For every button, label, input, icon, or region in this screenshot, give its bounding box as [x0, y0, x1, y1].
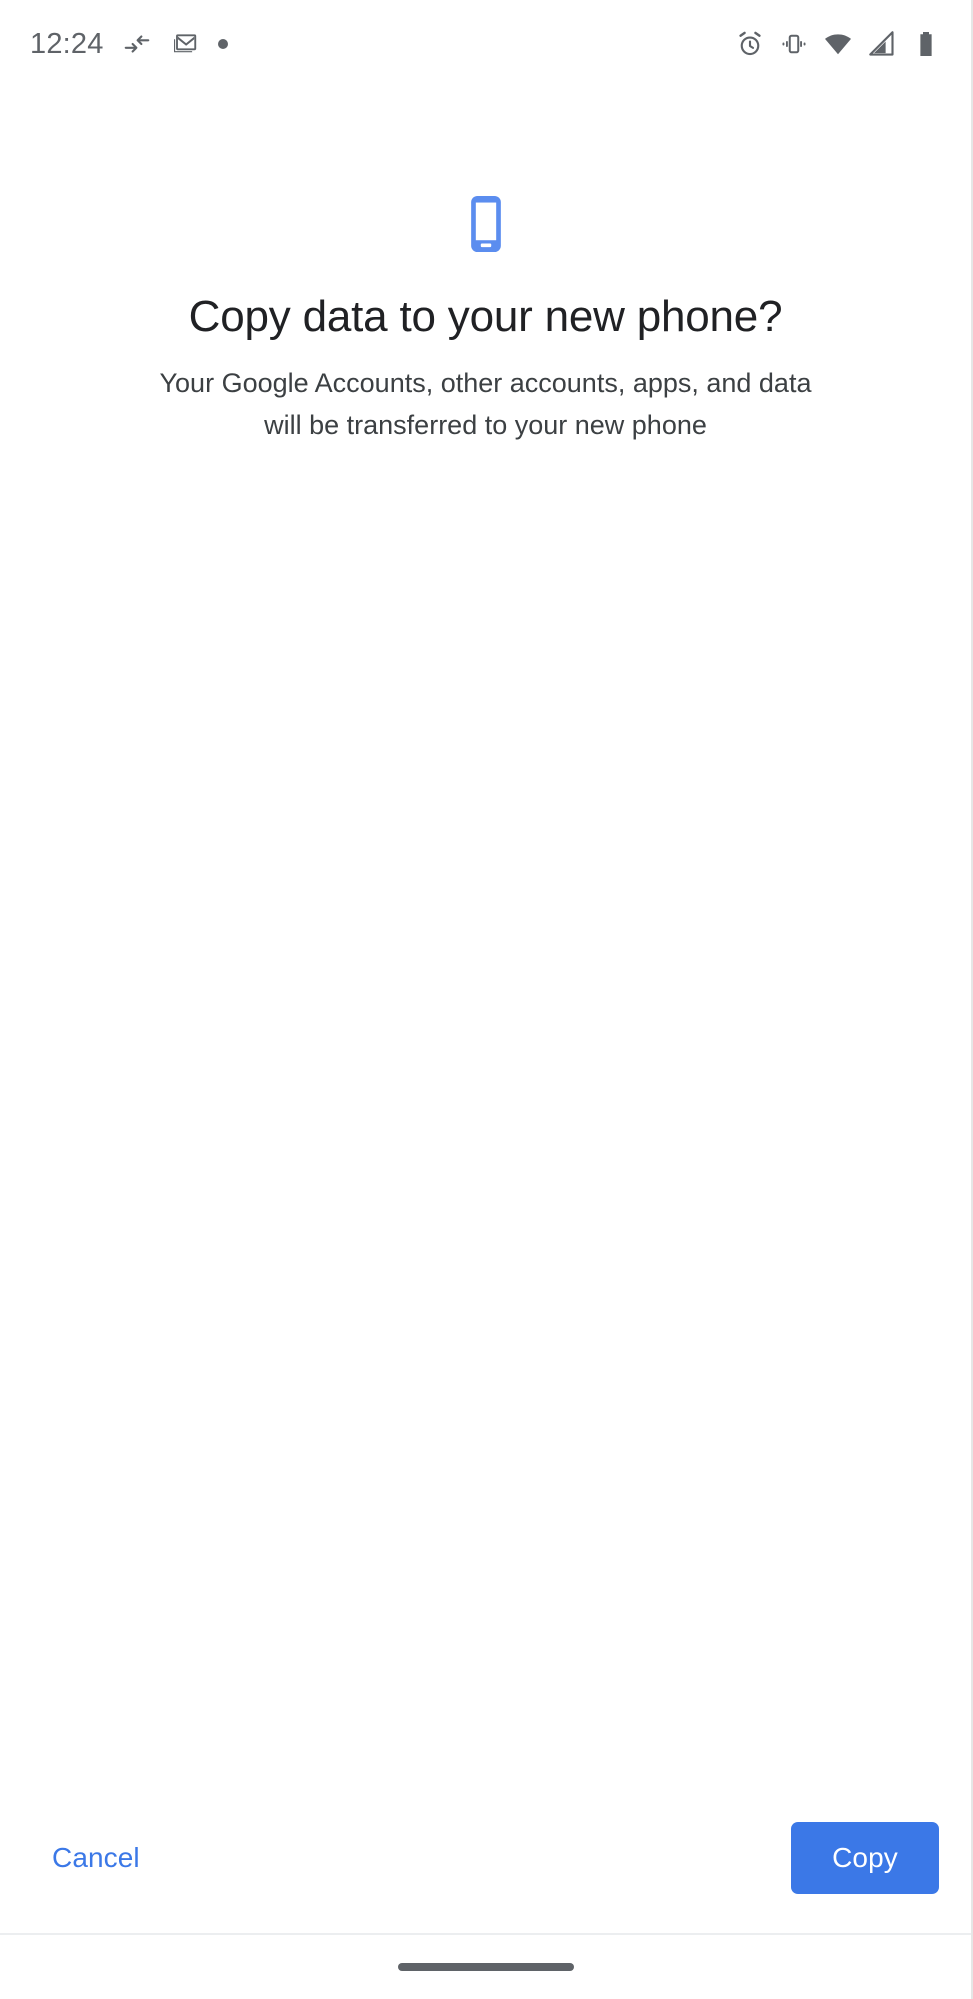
status-bar-right-group [735, 29, 947, 59]
status-bar-left-group: 12:24 [30, 29, 228, 59]
main-content: Copy data to your new phone? Your Google… [0, 88, 971, 1783]
notification-dot-icon [217, 39, 228, 49]
vibrate-icon [779, 29, 809, 59]
cellular-signal-icon [867, 29, 897, 59]
smartphone-icon [453, 191, 519, 257]
system-navigation-bar [0, 1933, 971, 1999]
gmail-icon [170, 29, 200, 59]
status-bar-clock: 12:24 [30, 27, 104, 60]
status-bar: 12:24 [0, 0, 971, 88]
page-title: Copy data to your new phone? [188, 292, 783, 341]
wifi-icon [823, 29, 853, 59]
copy-button[interactable]: Copy [791, 1822, 939, 1894]
phone-screen: 12:24 Copy data to your new phone? Your … [0, 0, 973, 1999]
action-button-bar: Cancel Copy [0, 1783, 971, 1933]
battery-icon [911, 29, 941, 59]
cancel-button[interactable]: Cancel [34, 1828, 158, 1888]
data-transfer-icon [122, 29, 152, 59]
alarm-icon [735, 29, 765, 59]
home-gesture-pill[interactable] [397, 1963, 574, 1971]
page-subtitle: Your Google Accounts, other accounts, ap… [159, 367, 812, 441]
